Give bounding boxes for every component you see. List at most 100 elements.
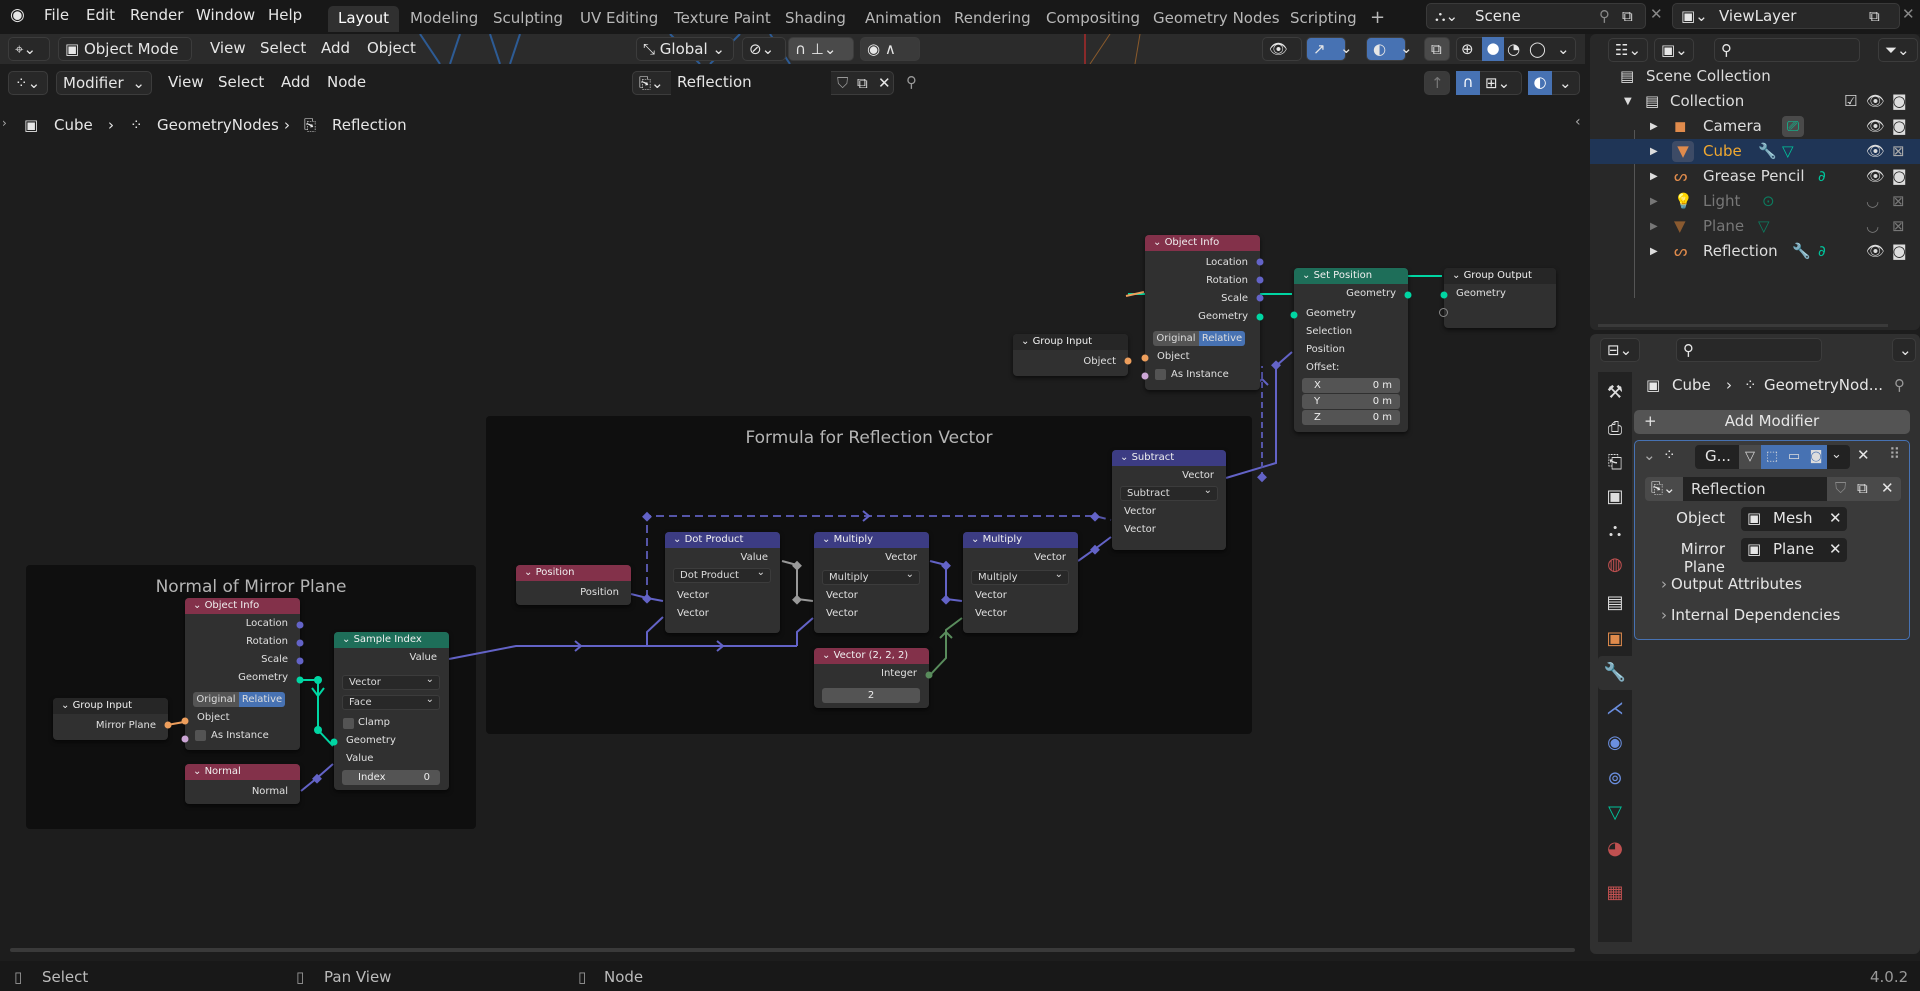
modifier-wrench-icon[interactable]: 🔧 — [1758, 139, 1777, 164]
outliner-scrollbar[interactable] — [1598, 324, 1888, 327]
relative-toggle[interactable]: Relative — [1199, 331, 1245, 346]
unlink-icon[interactable]: ✕ — [1881, 479, 1894, 497]
node-group-input-top[interactable]: ⌄ Group Input Object — [1013, 334, 1128, 376]
pin-node-tree-icon[interactable]: ⚲ — [906, 73, 917, 91]
parent-node-tree-button[interactable]: ↑ — [1424, 71, 1450, 95]
node-overlay-icon[interactable]: ◐ — [1528, 71, 1552, 95]
tab-tool[interactable]: ⚒ — [1598, 376, 1632, 410]
render-camera-icon[interactable]: ◙ — [1892, 239, 1907, 264]
tab-render[interactable]: ⎙ — [1598, 412, 1632, 446]
new-scene-icon[interactable]: ⧉ — [1622, 4, 1633, 28]
outliner-item-reflection[interactable]: ▶ ᔕ Reflection 🔧 ∂ 👁 ◙ — [1590, 239, 1920, 264]
clamp-checkbox[interactable] — [343, 718, 354, 729]
visibility-eye-icon[interactable]: 👁 — [1866, 114, 1885, 139]
node-multiply-1[interactable]: ⌄ Multiply Vector Multiply Vector Vector — [814, 532, 929, 633]
breadcrumb-geometrynodes[interactable]: GeometryNodes — [157, 116, 279, 134]
tab-layout[interactable]: Layout — [328, 6, 399, 32]
visibility-eye-icon[interactable]: 👁 — [1866, 239, 1885, 264]
operation-dropdown[interactable]: Multiply — [971, 568, 1069, 585]
render-disabled-icon[interactable]: ⊠ — [1892, 214, 1905, 239]
node-editor-type-button[interactable]: ⁘⌄ — [8, 71, 48, 95]
hidden-eye-icon[interactable]: ◡ — [1866, 189, 1879, 214]
mode-selector[interactable]: ▣ Object Mode ⌄ — [58, 37, 192, 80]
relative-toggle[interactable]: Relative — [239, 692, 285, 707]
tab-modeling[interactable]: Modeling — [400, 6, 488, 32]
operation-dropdown[interactable]: Subtract — [1120, 484, 1218, 501]
render-camera-icon[interactable]: ◙ — [1892, 114, 1907, 139]
outliner-item-camera[interactable]: ▶ ◼ Camera ⎚ 👁 ◙ — [1590, 114, 1920, 139]
selectability-button[interactable]: 👁⌄ — [1262, 37, 1302, 80]
expand-arrow-icon[interactable]: ▶ — [1650, 114, 1658, 139]
props-breadcrumb-modifier[interactable]: GeometryNod... — [1764, 376, 1883, 394]
rendered-shading-icon[interactable]: ◯ — [1529, 38, 1546, 60]
expand-arrow-icon[interactable]: ▶ — [1650, 139, 1658, 164]
modifier-menu-icon[interactable]: ⌄ — [1831, 447, 1842, 462]
visibility-eye-icon[interactable]: 👁 — [1866, 139, 1885, 164]
render-camera-icon[interactable]: ◙ — [1892, 164, 1907, 189]
outliner-item-grease-pencil[interactable]: ▶ ᔕ Grease Pencil ∂ 👁 ◙ — [1590, 164, 1920, 189]
node-normal[interactable]: ⌄ Normal Normal — [185, 764, 300, 804]
tab-world[interactable]: ◍ — [1598, 548, 1632, 582]
duplicate-icon[interactable]: ⧉ — [857, 72, 868, 94]
drag-handle-icon[interactable]: ⠿ — [1889, 445, 1900, 463]
add-modifier-button[interactable]: + Add Modifier — [1634, 410, 1910, 434]
original-toggle[interactable]: Original — [1153, 331, 1199, 346]
outliner-item-cube[interactable]: ▶ ▼ Cube 🔧 ▽ 👁 ⊠ — [1590, 139, 1920, 164]
delete-scene-icon[interactable]: ✕ — [1650, 5, 1663, 23]
ne-menu-view[interactable]: View — [168, 73, 204, 91]
data-type-dropdown[interactable]: Vector — [342, 673, 440, 690]
shading-dropdown-icon[interactable]: ⌄ — [1557, 38, 1570, 60]
expand-arrow-icon[interactable]: ▶ — [1650, 214, 1658, 239]
mesh-data-icon[interactable]: ▽ — [1758, 214, 1770, 239]
offset-z-field[interactable]: Z 0 m — [1302, 410, 1400, 425]
tab-shading[interactable]: Shading — [775, 6, 856, 32]
node-object-info-top[interactable]: ⌄ Object Info Location Rotation Scale Ge… — [1145, 235, 1260, 390]
menu-render[interactable]: Render — [130, 6, 183, 24]
tab-object[interactable]: ▣ — [1598, 622, 1632, 656]
tab-rendering[interactable]: Rendering — [944, 6, 1041, 32]
modifier-name-field[interactable]: G... — [1705, 447, 1731, 465]
vp-menu-select[interactable]: Select — [260, 39, 306, 57]
offset-x-field[interactable]: X 0 m — [1302, 378, 1400, 393]
new-view-layer-icon[interactable]: ⧉ — [1869, 4, 1880, 28]
render-disabled-icon[interactable]: ⊠ — [1892, 139, 1905, 164]
panel-output-attributes[interactable]: › Output Attributes — [1661, 575, 1891, 597]
node-group-selector[interactable]: ⎘⌄ Reflection ⛉ ⧉ ✕ — [1645, 477, 1901, 501]
clear-field-icon[interactable]: ✕ — [1829, 540, 1842, 558]
index-field[interactable]: Index 0 — [342, 770, 440, 785]
snap-magnet-icon[interactable]: ∩ — [1456, 71, 1480, 95]
tab-view-layer[interactable]: ▣ — [1598, 480, 1632, 514]
tab-texture-paint[interactable]: Texture Paint — [664, 6, 781, 32]
menu-help[interactable]: Help — [268, 6, 302, 24]
material-shading-icon[interactable]: ◔ — [1507, 38, 1520, 60]
proportional-edit-button[interactable]: ◉ ∧ — [860, 37, 920, 61]
expand-arrow-icon[interactable]: ▶ — [1650, 239, 1658, 264]
tab-geometry-nodes[interactable]: Geometry Nodes — [1143, 6, 1290, 32]
transform-orientation-dropdown[interactable]: ⤡ Global ⌄ — [636, 37, 734, 61]
vp-menu-add[interactable]: Add — [321, 39, 350, 57]
blender-logo-icon[interactable]: ◉ — [10, 5, 25, 25]
expand-sidebar-icon[interactable]: › — [2, 116, 7, 130]
domain-dropdown[interactable]: Face — [342, 693, 440, 710]
viewport-toggle-icon[interactable]: ▭ — [1783, 445, 1805, 469]
outliner-collection[interactable]: ▼ ▤ Collection ☑ 👁 ◙ — [1590, 89, 1920, 114]
as-instance-checkbox[interactable] — [1155, 369, 1166, 380]
node-group-name[interactable]: Reflection — [1683, 477, 1827, 501]
xray-button[interactable]: ⧉ — [1424, 37, 1450, 61]
props-breadcrumb-cube[interactable]: Cube — [1672, 376, 1711, 394]
properties-search-input[interactable]: ⚲ — [1676, 338, 1822, 362]
node-vector-222[interactable]: ⌄ Vector (2, 2, 2) Integer 2 — [814, 648, 929, 708]
ne-menu-select[interactable]: Select — [218, 73, 264, 91]
tab-sculpting[interactable]: Sculpting — [483, 6, 573, 32]
collapse-chevron-icon[interactable]: ⌄ — [1643, 446, 1656, 464]
tab-particles[interactable]: ⋌ — [1598, 692, 1632, 726]
integer-value-field[interactable]: 2 — [822, 688, 920, 703]
modifier-wrench-icon[interactable]: 🔧 — [1792, 239, 1811, 264]
node-set-position[interactable]: ⌄ Set Position Geometry Geometry Selecti… — [1294, 268, 1408, 432]
filter-button[interactable]: ⏷⌄ — [1878, 38, 1918, 62]
node-overlay-dropdown-icon[interactable]: ⌄ — [1559, 72, 1572, 94]
tab-output[interactable]: ⎗ — [1598, 446, 1632, 480]
outliner-item-plane[interactable]: ▶ ▼ Plane ▽ ◡ ⊠ — [1590, 214, 1920, 239]
grease-pencil-data-icon[interactable]: ∂ — [1818, 164, 1826, 189]
menu-file[interactable]: File — [44, 6, 69, 24]
